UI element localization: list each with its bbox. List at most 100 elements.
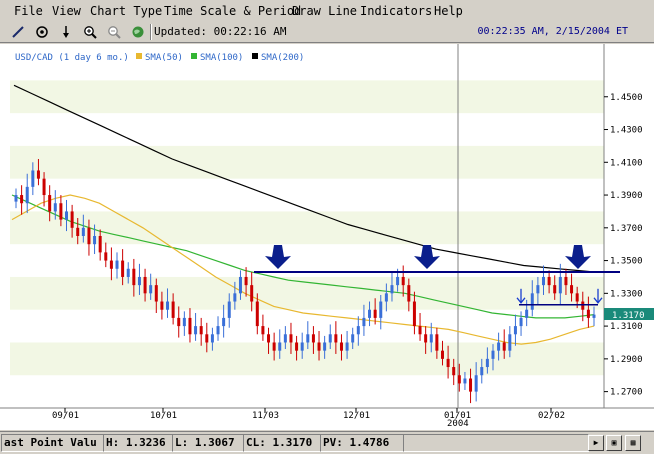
candle-body — [300, 342, 304, 351]
zoom-in-icon[interactable] — [80, 23, 100, 41]
menu-time-scale-period[interactable]: Time Scale & Period — [164, 4, 301, 18]
menu-chart-type[interactable]: Chart Type — [90, 4, 162, 18]
candle-body — [502, 342, 506, 351]
candle-body — [497, 342, 501, 351]
candle-body — [452, 367, 456, 376]
candle-body — [339, 342, 343, 351]
scroll-right-button[interactable]: ▶ — [588, 435, 604, 451]
legend-sma50: SMA(50) — [145, 53, 183, 63]
y-tick-label: 1.4500 — [610, 93, 643, 103]
candle-body — [368, 309, 372, 318]
arrow-down-icon[interactable] — [56, 23, 76, 41]
high-value: H: 1.3236 — [103, 434, 173, 452]
candle-body — [199, 326, 203, 335]
globe-icon[interactable] — [128, 23, 148, 41]
candle-body — [564, 276, 568, 286]
candle-body — [390, 285, 394, 294]
candle-body — [362, 317, 366, 327]
candle-body — [227, 301, 231, 318]
candle-body — [412, 301, 416, 327]
candle-body — [480, 367, 484, 376]
candle-body — [205, 334, 209, 343]
menu-help[interactable]: Help — [434, 4, 463, 18]
window-tile-icon[interactable]: ▦ — [625, 435, 641, 451]
menu-file[interactable]: File — [14, 4, 43, 18]
candle-body — [440, 350, 444, 359]
background-band — [10, 145, 604, 179]
x-tick-label: 12/01 — [343, 411, 370, 421]
candle-body — [323, 342, 327, 351]
x-tick-label: 09/01 — [52, 411, 79, 421]
candle-body — [25, 186, 29, 204]
candle-body — [356, 326, 360, 335]
y-tick-label: 1.3900 — [610, 191, 643, 201]
background-band — [10, 80, 604, 114]
candle-body — [581, 301, 585, 310]
candle-body — [154, 285, 158, 302]
y-tick-label: 1.4300 — [610, 126, 643, 136]
candle-body — [446, 358, 450, 368]
candle-body — [407, 285, 411, 302]
candle-body — [36, 170, 40, 179]
candle-body — [474, 375, 478, 392]
toolbar: Updated: 00:22:16 AM 00:22:35 AM, 2/15/2… — [0, 22, 654, 43]
candle-body — [210, 334, 214, 343]
candle-body — [137, 276, 141, 286]
candle-body — [132, 268, 136, 286]
target-icon[interactable] — [32, 23, 52, 41]
candle-body — [401, 276, 405, 286]
candle-body — [536, 285, 540, 294]
candle-body — [149, 285, 153, 294]
price-chart[interactable]: USD/CAD (1 day 6 mo.) SMA(50) SMA(100) S… — [0, 44, 654, 430]
candle-body — [311, 334, 315, 343]
candle-body — [121, 260, 125, 277]
x-tick-label: 10/01 — [150, 411, 177, 421]
legend-sma200-swatch — [252, 53, 258, 59]
menu-indicators[interactable]: Indicators — [360, 4, 432, 18]
candle-body — [177, 317, 181, 327]
window-icon[interactable]: ▣ — [606, 435, 622, 451]
candle-body — [384, 293, 388, 302]
x-axis-ticks: 09/01 10/01 11/03 12/01 01/01 02/022004 — [52, 408, 565, 429]
y-tick-label: 1.2900 — [610, 355, 643, 365]
horizontal-scrollbar[interactable] — [403, 434, 589, 452]
candle-body — [238, 276, 242, 294]
candle-body — [558, 276, 562, 294]
menu-draw-line[interactable]: Draw Line — [292, 4, 357, 18]
candle-body — [244, 276, 248, 286]
candle-body — [104, 252, 108, 261]
chart-area[interactable]: USD/CAD (1 day 6 mo.) SMA(50) SMA(100) S… — [0, 44, 654, 430]
candle-body — [194, 326, 198, 335]
candle-body — [345, 342, 349, 351]
menu-view[interactable]: View — [52, 4, 81, 18]
low-value: L: 1.3067 — [172, 434, 244, 452]
status-bar: ast Point Valu H: 1.3236 L: 1.3067 CL: 1… — [0, 431, 654, 454]
candle-body — [457, 375, 461, 384]
candle-body — [435, 334, 439, 351]
candle-body — [592, 314, 596, 318]
candle-body — [541, 276, 545, 286]
candle-body — [76, 227, 80, 236]
candle-body — [126, 268, 130, 277]
updated-time-label: Updated: 00:22:16 AM — [154, 25, 287, 38]
candle-body — [570, 285, 574, 294]
candle-body — [250, 285, 254, 302]
candle-body — [463, 378, 467, 384]
candle-body — [575, 293, 579, 302]
candle-body — [115, 260, 119, 269]
candle-body — [14, 195, 18, 202]
candle-body — [586, 309, 590, 318]
candle-body — [328, 334, 332, 343]
candle-body — [31, 170, 35, 187]
y-tick-label: 1.3700 — [610, 224, 643, 234]
candle-body — [508, 334, 512, 351]
candle-body — [188, 317, 192, 335]
candle-body — [70, 211, 74, 228]
draw-line-icon[interactable] — [8, 23, 28, 41]
candle-body — [396, 276, 400, 286]
candle-body — [519, 317, 523, 327]
zoom-out-icon[interactable] — [104, 23, 124, 41]
candle-body — [222, 317, 226, 327]
candle-body — [267, 334, 271, 343]
candle-body — [485, 358, 489, 368]
